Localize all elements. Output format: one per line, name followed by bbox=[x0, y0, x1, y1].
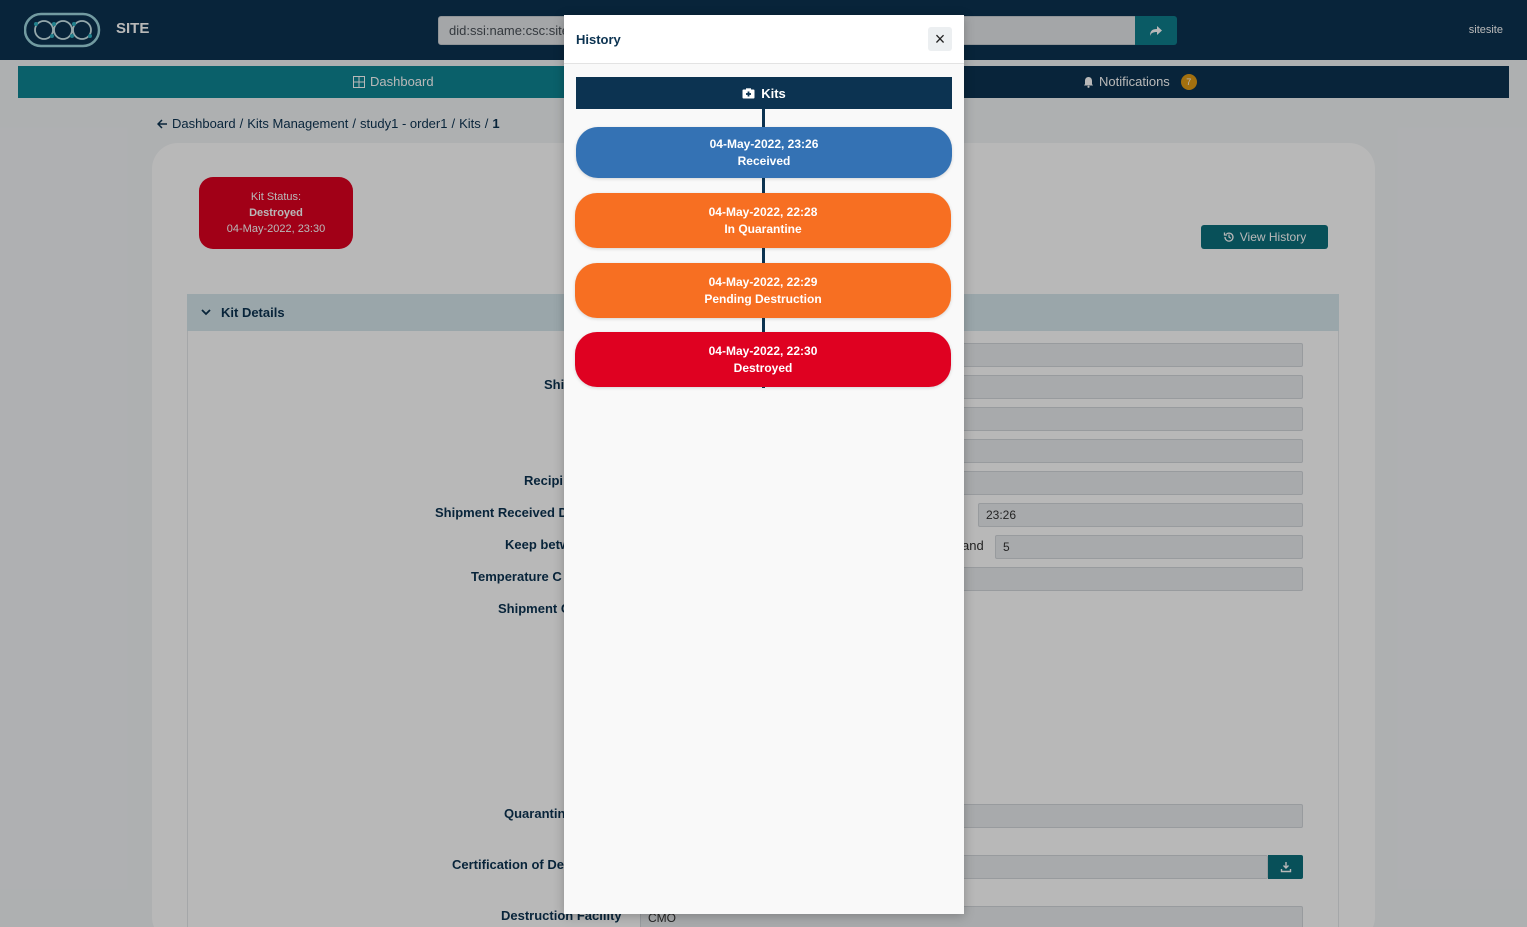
close-icon: × bbox=[934, 29, 946, 49]
event-status: Received bbox=[737, 153, 791, 168]
event-status: Destroyed bbox=[733, 360, 793, 375]
timeline-event-in-quarantine: 04-May-2022, 22:28 In Quarantine bbox=[575, 193, 951, 248]
timeline-event-destroyed: 04-May-2022, 22:30 Destroyed bbox=[575, 332, 951, 387]
modal-title: History bbox=[576, 31, 621, 47]
timeline-event-received: 04-May-2022, 23:26 Received bbox=[576, 127, 952, 178]
event-status: In Quarantine bbox=[724, 221, 802, 236]
event-date: 04-May-2022, 22:30 bbox=[708, 343, 818, 358]
event-date: 04-May-2022, 22:28 bbox=[708, 204, 818, 219]
timeline-event-pending-destruction: 04-May-2022, 22:29 Pending Destruction bbox=[575, 263, 951, 318]
history-timeline: Kits 04-May-2022, 23:26 Received 04-May-… bbox=[564, 64, 964, 388]
history-modal: History × Kits 04-May-2022, 23:26 Receiv… bbox=[564, 15, 964, 914]
event-date: 04-May-2022, 23:26 bbox=[709, 136, 819, 151]
event-date: 04-May-2022, 22:29 bbox=[708, 274, 818, 289]
modal-header: History × bbox=[564, 15, 964, 64]
timeline-header-label: Kits bbox=[761, 85, 786, 101]
timeline-header: Kits bbox=[576, 77, 952, 109]
event-status: Pending Destruction bbox=[704, 291, 822, 306]
close-button[interactable]: × bbox=[928, 27, 952, 51]
kit-box-icon bbox=[742, 87, 755, 98]
